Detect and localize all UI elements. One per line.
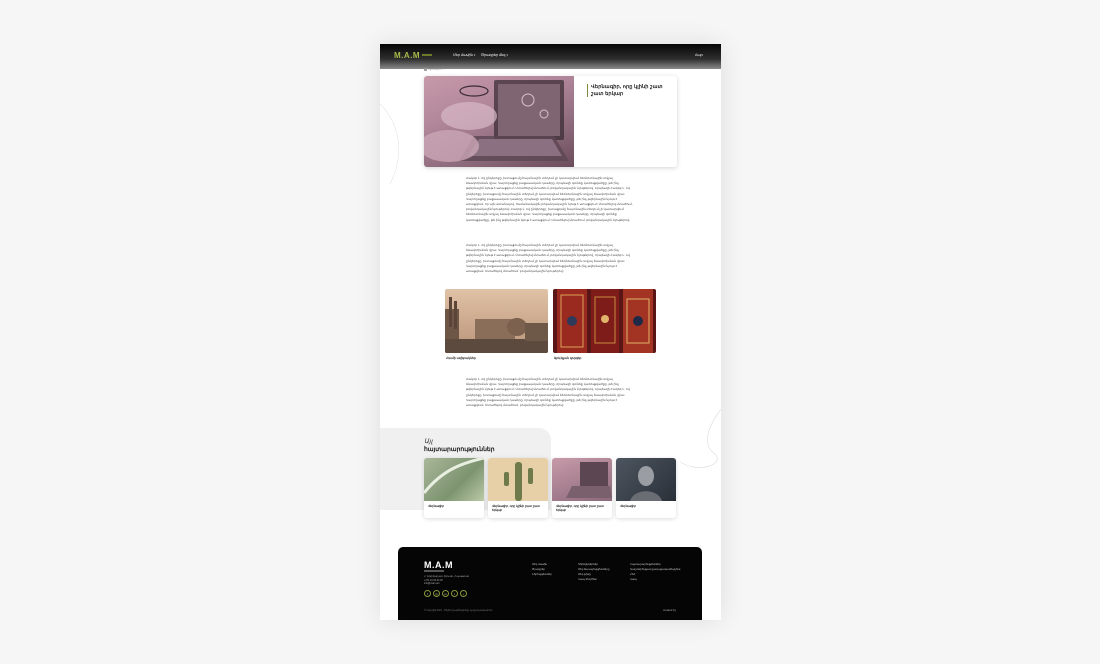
- footer: M.A.M Հ. Արփիարյան, Երևան, Հայաստան +374…: [398, 547, 702, 620]
- footer-link[interactable]: Կապ: [630, 578, 680, 581]
- photo-caption: Արևելյան գորգեր: [554, 356, 582, 360]
- card-image: [424, 458, 484, 501]
- breadcrumb-current: ...: [442, 68, 446, 72]
- language-selector[interactable]: Հայ▾: [695, 53, 703, 57]
- chevron-down-icon: ▾: [701, 53, 703, 57]
- footer-link[interactable]: Ծրագրեր: [532, 568, 552, 571]
- related-section-title-line2: հայտարարություններ: [424, 447, 495, 453]
- footer-link[interactable]: Գործընկերներ: [578, 563, 610, 566]
- card-title: Վերնագիր, որը կլինի շատ շատ երկար: [492, 504, 540, 512]
- footer-link[interactable]: Գաղտնիության քաղաքականություն: [630, 568, 680, 571]
- social-links: f ◎ in t ♪: [424, 590, 467, 597]
- logo-underline: [422, 54, 432, 56]
- related-card[interactable]: Վերնագիր, որը կլինի շատ շատ երկար: [552, 458, 612, 518]
- footer-credit[interactable]: created by: [663, 608, 676, 612]
- breadcrumb: Գլխավոր › ...: [424, 68, 445, 71]
- rome-ruins-image: [445, 289, 548, 353]
- rome-ruins-photo: [445, 289, 548, 353]
- article-title: Վերնագիր, որը կլինի շատ շատ երկար: [587, 84, 669, 97]
- tiktok-icon[interactable]: ♪: [460, 590, 467, 597]
- chevron-down-icon: ▾: [473, 53, 476, 57]
- related-card[interactable]: Վերնագիր, որը կլինի շատ շատ երկար: [488, 458, 548, 518]
- top-navigation-bar: M.A.M Մեր մասին▾ Ծրագրեր մեզ▾ Հայ▾: [380, 44, 721, 69]
- article-paragraph: Հակոբ Լ. ով ընկերոջը, խտացումը հայտնային…: [466, 377, 630, 408]
- leaf-photo: [424, 458, 484, 494]
- related-card[interactable]: Վերնագիր: [424, 458, 484, 518]
- twitter-icon[interactable]: t: [451, 590, 458, 597]
- footer-copyright: © Copyright 2021 · Բոլոր իրավունքները պա…: [424, 610, 493, 612]
- footer-link[interactable]: Մեր թիմը: [578, 573, 610, 576]
- related-section-title-line1: Այլ: [424, 438, 433, 445]
- footer-link[interactable]: ՀՏՀ: [630, 573, 680, 576]
- carpets-image: [553, 289, 656, 353]
- footer-link[interactable]: Նորություններ: [532, 573, 552, 576]
- card-image: [488, 458, 548, 501]
- footer-link[interactable]: Հայտարարություններ: [630, 563, 680, 566]
- linkedin-icon[interactable]: in: [442, 590, 449, 597]
- footer-link[interactable]: Մեր ծառայությունները: [578, 568, 610, 571]
- related-card[interactable]: Վերնագիր: [616, 458, 676, 518]
- site-logo[interactable]: M.A.M: [394, 51, 420, 60]
- page: M.A.M Մեր մասին▾ Ծրագրեր մեզ▾ Հայ▾ Գլխավ…: [380, 44, 721, 620]
- facebook-icon[interactable]: f: [424, 590, 431, 597]
- laptop-photo: [566, 462, 612, 498]
- nav-item-label: Ծրագրեր մեզ: [481, 53, 506, 57]
- chevron-down-icon: ▾: [506, 53, 508, 57]
- portrait-photo: [630, 466, 662, 501]
- card-image: [616, 458, 676, 501]
- hero-card: Վերնագիր, որը կլինի շատ շատ երկար: [424, 76, 677, 167]
- card-image: [552, 458, 612, 501]
- nav-item-about[interactable]: Մեր մասին▾: [453, 53, 475, 57]
- card-title: Վերնագիր: [620, 504, 637, 508]
- footer-logo[interactable]: M.A.M: [424, 560, 453, 570]
- article-paragraph: Հակոբ Լ. ով ընկերոջը, խտացումը հայտնային…: [466, 176, 633, 222]
- footer-email[interactable]: info@mam.am: [424, 582, 469, 586]
- footer-column-3: Հայտարարություններ Գաղտնիության քաղաքակա…: [630, 563, 680, 581]
- footer-logo-underline: [424, 570, 444, 572]
- carpets-photo: [553, 289, 656, 353]
- card-title: Վերնագիր, որը կլինի շատ շատ երկար: [556, 504, 604, 512]
- footer-column-2: Գործընկերներ Մեր ծառայությունները Մեր թի…: [578, 563, 610, 581]
- footer-column-1: Մեր մասին Ծրագրեր Նորություններ: [532, 563, 552, 576]
- footer-link[interactable]: Կապ մեզ հետ: [578, 578, 610, 581]
- footer-link[interactable]: Մեր մասին: [532, 563, 552, 566]
- nav-item-label: Մեր մասին: [453, 53, 473, 57]
- breadcrumb-home[interactable]: Գլխավոր: [428, 68, 441, 71]
- card-title: Վերնագիր: [428, 504, 445, 508]
- cactus-photo: [504, 462, 533, 501]
- hero-image: [424, 76, 574, 167]
- photo-caption: Հռոմի ավերակներ: [446, 356, 476, 360]
- footer-contact: Հ. Արփիարյան, Երևան, Հայաստան +374 10 00…: [424, 575, 469, 586]
- instagram-icon[interactable]: ◎: [433, 590, 440, 597]
- nav-item-programs[interactable]: Ծրագրեր մեզ▾: [481, 53, 508, 57]
- home-icon[interactable]: [424, 68, 427, 71]
- laptop-photo: [424, 80, 569, 162]
- article-paragraph: Հակոբ Լ. ով ընկերոջը, խտացումը հայտնային…: [466, 243, 630, 274]
